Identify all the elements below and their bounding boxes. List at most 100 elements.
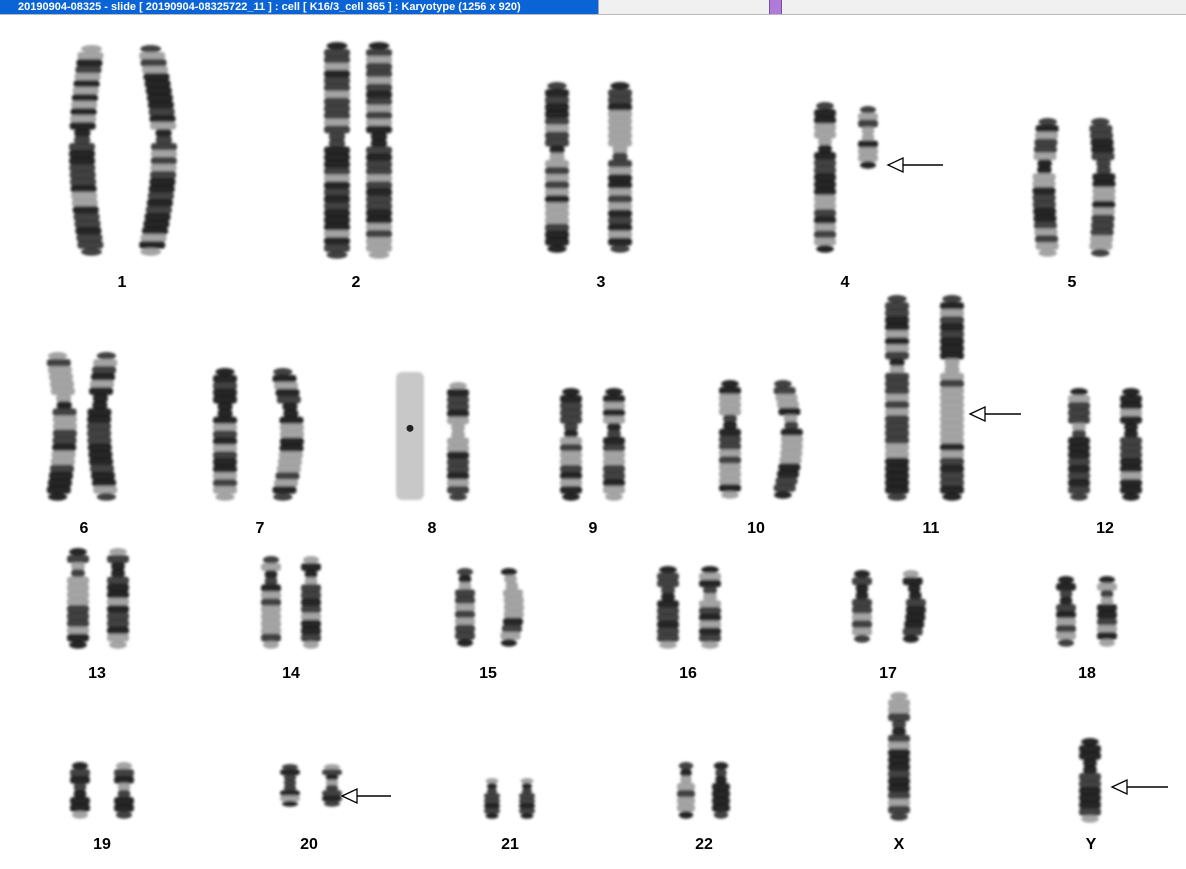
chromosome-13-right[interactable] xyxy=(107,548,129,649)
chromosome-band xyxy=(1120,444,1142,452)
chromosome-band xyxy=(139,52,166,60)
chromosome-band xyxy=(902,634,919,643)
chromosome-1-right[interactable] xyxy=(139,45,177,256)
chromosome-6-left[interactable] xyxy=(46,352,77,501)
chromosome-11-right[interactable] xyxy=(940,295,964,501)
chromosome-22-left[interactable] xyxy=(677,762,695,819)
window-title-bar[interactable]: 20190904-08325 - slide [ 20190904-083257… xyxy=(0,0,1186,15)
chromosome-band xyxy=(69,150,95,158)
chromosome-21-right[interactable] xyxy=(519,778,535,819)
chromosome-band xyxy=(780,449,803,458)
chromosome-band xyxy=(890,812,908,821)
chromosome-8-right[interactable] xyxy=(447,382,469,501)
chromosome-10-left[interactable] xyxy=(719,380,741,499)
chromosome-20-left[interactable] xyxy=(280,764,300,807)
chromosome-20-right[interactable] xyxy=(322,764,342,807)
chromosome-band xyxy=(77,241,104,249)
chromosome-15-right[interactable] xyxy=(500,568,525,647)
chromosome-10-right[interactable] xyxy=(773,380,803,499)
chromosome-band xyxy=(72,87,99,95)
chromosome-x[interactable] xyxy=(888,692,910,821)
chromosome-band xyxy=(940,309,964,317)
chromosome-8-left[interactable] xyxy=(396,372,424,500)
chromosome-band xyxy=(303,640,319,649)
chromosome-band xyxy=(680,769,692,777)
chromosome-band xyxy=(610,244,630,253)
chromosome-band xyxy=(324,62,350,71)
chromosome-2-left[interactable] xyxy=(324,42,350,259)
chromosome-2-right[interactable] xyxy=(366,42,392,259)
chromosome-3-left[interactable] xyxy=(545,82,569,253)
chromosome-12-left[interactable] xyxy=(1068,388,1090,501)
chromosome-band xyxy=(657,600,679,608)
abnormality-arrow-4 xyxy=(886,156,943,174)
chromosome-y[interactable] xyxy=(1079,738,1101,823)
chromosome-band xyxy=(366,118,392,127)
chromosome-21-left[interactable] xyxy=(484,778,500,819)
chromosome-17-left[interactable] xyxy=(852,570,872,643)
chromosome-band xyxy=(1033,214,1057,223)
chromosome-band xyxy=(301,626,321,635)
chromosome-17-right[interactable] xyxy=(902,570,926,643)
chromosome-3-right[interactable] xyxy=(608,82,632,253)
chromosome-band xyxy=(485,778,499,784)
chromosome-label-2: 2 xyxy=(351,274,361,291)
chromosome-band xyxy=(719,428,741,437)
chromosome-14-right[interactable] xyxy=(301,556,321,649)
chromosome-16-left[interactable] xyxy=(657,566,679,649)
chromosome-14-left[interactable] xyxy=(261,556,281,649)
chromosome-19-left[interactable] xyxy=(70,762,90,819)
chromosome-7-right[interactable] xyxy=(272,368,305,501)
chromosome-band xyxy=(455,610,475,619)
chromosome-band xyxy=(909,591,922,600)
chromosome-9-right[interactable] xyxy=(603,388,625,501)
chromosome-band xyxy=(273,493,293,501)
chromosome-band xyxy=(715,769,727,777)
chromosome-band xyxy=(282,402,298,411)
chromosome-band xyxy=(366,160,392,169)
chromosome-13-left[interactable] xyxy=(67,548,89,649)
chromosome-16-right[interactable] xyxy=(699,566,721,649)
chromosome-15-left[interactable] xyxy=(455,568,475,647)
chromosome-band xyxy=(942,295,962,303)
chromosome-band xyxy=(608,89,632,97)
chromosome-19-right[interactable] xyxy=(114,762,134,819)
chromosome-4-right-derivative[interactable] xyxy=(858,106,878,169)
chromosome-band xyxy=(146,94,173,102)
title-scroll-thumb[interactable] xyxy=(769,0,782,14)
chromosome-band xyxy=(522,788,532,794)
chromosome-band xyxy=(607,423,621,431)
chromosome-band xyxy=(69,548,87,556)
chromosome-4-left[interactable] xyxy=(814,102,836,253)
chromosome-22-right[interactable] xyxy=(712,762,730,819)
chromosome-band xyxy=(1037,159,1052,168)
chromosome-band xyxy=(902,627,923,636)
chromosome-band xyxy=(504,603,524,612)
chromosome-1-left[interactable] xyxy=(69,45,104,256)
chromosome-band xyxy=(940,372,964,381)
chromosome-5-right[interactable] xyxy=(1089,118,1116,257)
chromosome-7-left[interactable] xyxy=(213,368,237,501)
chromosome-band xyxy=(940,443,964,452)
chromosome-18-right[interactable] xyxy=(1097,576,1117,647)
chromosome-band xyxy=(324,83,350,92)
chromosome-band xyxy=(109,640,127,649)
chromosome-band xyxy=(885,457,909,466)
chromosome-band xyxy=(1092,173,1116,181)
chromosome-band xyxy=(275,388,300,397)
chromosome-18-left[interactable] xyxy=(1056,576,1076,647)
chromosome-band xyxy=(67,626,89,635)
chromosome-band xyxy=(109,548,127,556)
chromosome-label-x: X xyxy=(893,836,905,853)
chromosome-band xyxy=(70,797,90,805)
chromosome-12-right[interactable] xyxy=(1120,388,1142,501)
chromosome-9-left[interactable] xyxy=(560,388,582,501)
chromosome-5-left[interactable] xyxy=(1032,118,1059,257)
chromosome-band xyxy=(814,216,836,225)
chromosome-band xyxy=(885,408,909,416)
chromosome-6-right[interactable] xyxy=(87,352,118,501)
chromosome-band xyxy=(301,563,321,571)
chromosome-band xyxy=(114,776,134,784)
chromosome-11-left[interactable] xyxy=(885,295,909,501)
chromosome-band xyxy=(1068,409,1090,417)
